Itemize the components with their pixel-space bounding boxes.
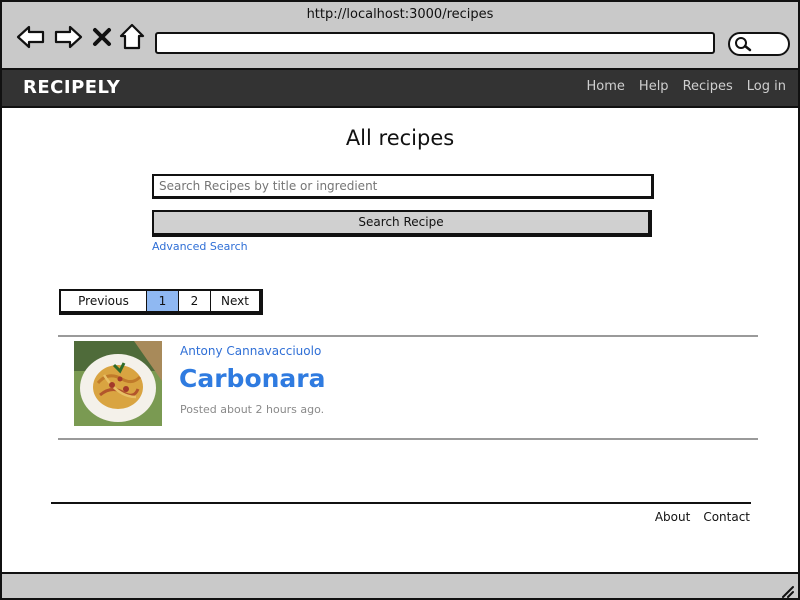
footer-link-contact[interactable]: Contact (703, 510, 750, 524)
pagination-previous[interactable]: Previous (61, 291, 147, 311)
nav-link-home[interactable]: Home (587, 79, 625, 94)
browser-toolbar: http://localhost:3000/recipes (2, 2, 798, 70)
browser-status-bar (2, 572, 798, 598)
close-x-icon[interactable] (90, 22, 114, 52)
recipe-search-input[interactable] (152, 174, 654, 199)
forward-arrow-icon[interactable] (53, 22, 83, 52)
footer-link-about[interactable]: About (655, 510, 690, 524)
pagination-page-2[interactable]: 2 (179, 291, 211, 311)
footer-links: About Contact (655, 510, 750, 524)
browser-window: http://localhost:3000/recipes RECIPELY H… (0, 0, 800, 600)
address-bar[interactable] (155, 32, 715, 54)
recipe-title-link[interactable]: Carbonara (179, 364, 325, 393)
page-title: All recipes (345, 126, 455, 150)
nav-link-help[interactable]: Help (639, 79, 669, 94)
list-divider-top (58, 335, 758, 337)
home-icon[interactable] (118, 22, 148, 52)
app-navbar: RECIPELY Home Help Recipes Log in (2, 70, 798, 108)
recipe-list-item: Antony Cannavacciuolo Carbonara Posted a… (58, 338, 758, 438)
brand-logo[interactable]: RECIPELY (23, 77, 120, 98)
pagination-next[interactable]: Next (211, 291, 259, 311)
resize-grip-icon[interactable] (780, 583, 794, 598)
recipe-author-link[interactable]: Antony Cannavacciuolo (180, 344, 321, 358)
search-recipe-button[interactable]: Search Recipe (152, 210, 652, 237)
nav-link-recipes[interactable]: Recipes (683, 79, 733, 94)
nav-link-login[interactable]: Log in (747, 79, 786, 94)
back-arrow-icon[interactable] (16, 22, 46, 52)
advanced-search-link[interactable]: Advanced Search (152, 240, 248, 253)
pagination: Previous 1 2 Next (59, 289, 263, 315)
footer-divider (51, 502, 751, 504)
recipe-thumbnail[interactable] (74, 341, 162, 426)
pagination-page-1[interactable]: 1 (147, 291, 179, 311)
nav-links: Home Help Recipes Log in (587, 79, 786, 94)
url-display: http://localhost:3000/recipes (306, 7, 494, 22)
recipe-posted-time: Posted about 2 hours ago. (180, 403, 325, 416)
list-divider-bottom (58, 438, 758, 440)
browser-search-field[interactable] (728, 32, 790, 56)
